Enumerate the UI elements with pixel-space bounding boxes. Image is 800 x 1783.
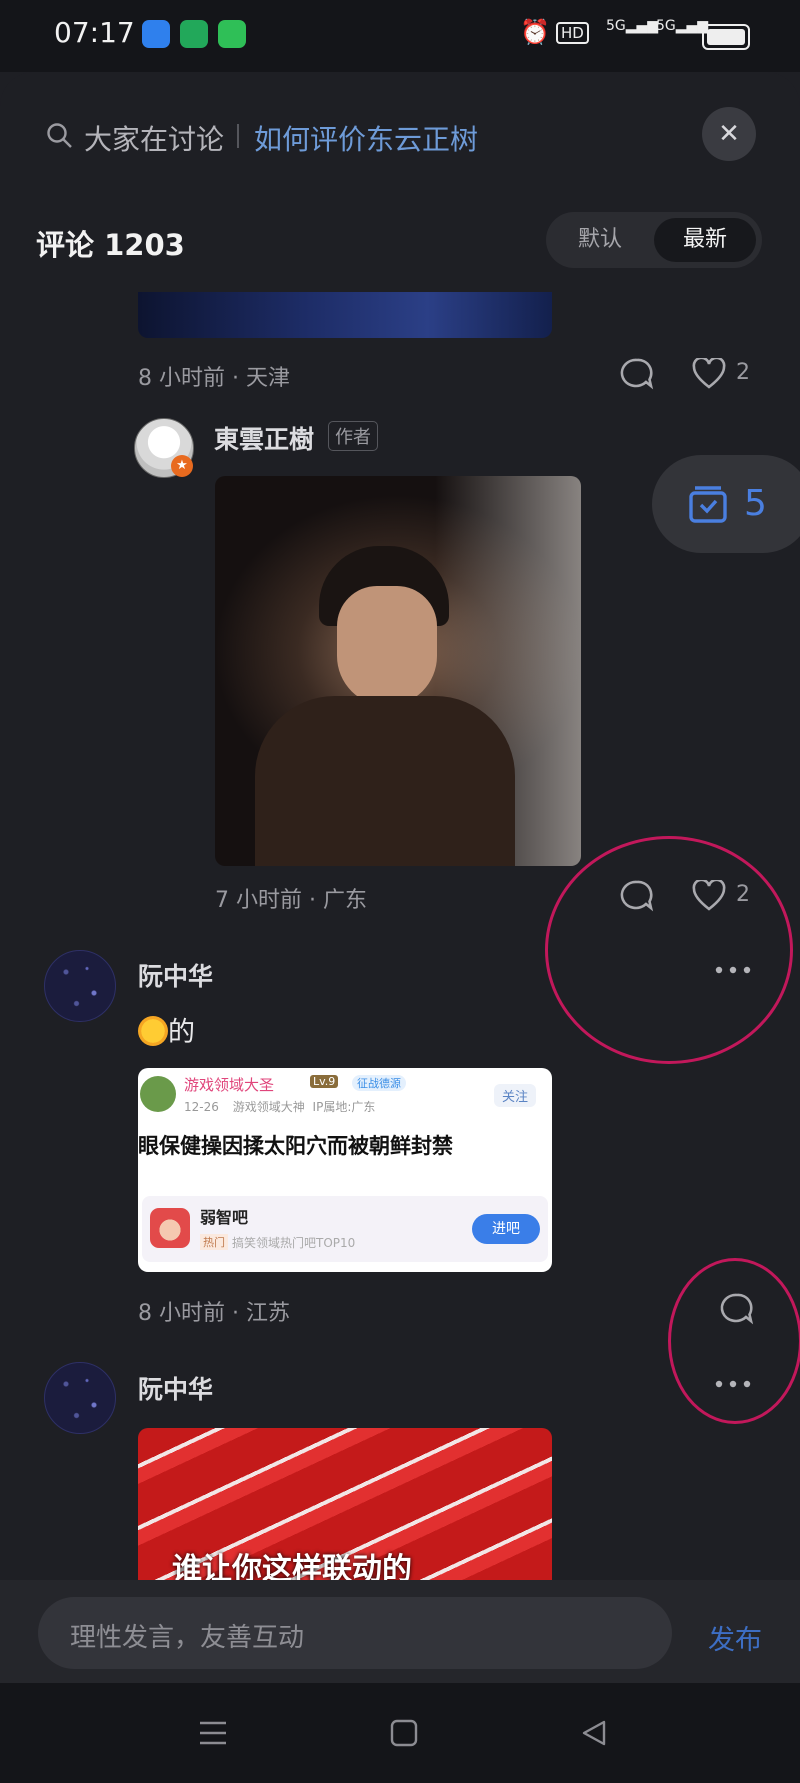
highlight-ring-small <box>668 1258 800 1424</box>
author-avatar[interactable]: ★ <box>134 418 194 478</box>
network-type-2: 5G <box>656 18 676 34</box>
card-ip: IP属地:广东 <box>312 1100 376 1114</box>
comment-text: 的 <box>138 1010 195 1049</box>
hd-voice-icon: HD <box>556 22 589 44</box>
comment-text-body: 的 <box>168 1017 195 1048</box>
publish-button[interactable]: 发布 <box>708 1618 762 1657</box>
card-follow-button: 关注 <box>494 1084 537 1107</box>
system-nav-bar <box>0 1683 800 1783</box>
comment-time: 8 小时前 <box>138 1301 225 1326</box>
card-enter-button: 进吧 <box>472 1214 540 1244</box>
topic-link[interactable]: 如何评价东云正树 <box>254 118 478 158</box>
discussion-label: 大家在讨论 <box>84 123 225 156</box>
battery-icon <box>702 24 750 50</box>
discussion-search[interactable]: 大家在讨论 如何评价东云正树 <box>44 112 664 158</box>
status-bar: 07:17 ⏰ HD 5G▂▄▆ 5G▂▄▆ <box>0 0 800 72</box>
card-username: 游戏领域大圣 <box>184 1076 275 1094</box>
collect-box-icon <box>689 486 727 523</box>
comment-time: 7 小时前 <box>215 888 302 913</box>
comment-region: 江苏 <box>245 1301 290 1326</box>
menu-icon[interactable] <box>198 1719 228 1747</box>
comment-photo-portrait[interactable] <box>215 476 581 866</box>
comment-username[interactable]: 阮中华 <box>138 957 213 993</box>
comments-count-title: 评论 1203 <box>36 228 185 262</box>
author-tag: 作者 <box>328 421 378 451</box>
divider <box>237 124 239 148</box>
comment-meta: 8 小时前 · 天津 <box>138 366 290 391</box>
comment-screenshot-card[interactable]: 游戏领域大圣 Lv.9 征战德源 12-26 游戏领域大神 IP属地:广东 关注… <box>138 1068 552 1272</box>
comment-username[interactable]: 阮中华 <box>138 1370 213 1406</box>
comment-time: 8 小时前 <box>138 366 225 391</box>
favorites-float-button[interactable]: 5 <box>652 455 800 553</box>
search-icon <box>47 123 72 148</box>
image-caption: 谁让你这样联动的 <box>172 1552 412 1580</box>
security-app-icon <box>180 20 208 48</box>
signal-5g-icon-2: 5G▂▄▆ <box>656 18 709 34</box>
comment-input-placeholder: 理性发言，友善互动 <box>70 1623 305 1653</box>
comment-image-kitkat[interactable]: 谁让你这样联动的 <box>138 1428 552 1580</box>
card-bar-name: 弱智吧 <box>200 1208 249 1227</box>
like-count: 2 <box>736 360 750 385</box>
card-bar-tag: 热门 <box>200 1234 228 1250</box>
favorites-count: 5 <box>744 483 767 524</box>
card-headline: 眼保健操因揉太阳穴而被朝鲜封禁 <box>138 1134 453 1158</box>
card-date: 12-26 <box>184 1100 219 1114</box>
close-button[interactable]: ✕ <box>702 107 756 161</box>
card-bar-desc: 搞笑领域热门吧TOP10 <box>232 1236 356 1250</box>
back-icon[interactable] <box>580 1719 608 1747</box>
sort-toggle: 默认 最新 <box>546 212 762 268</box>
card-badge: 征战德源 <box>352 1075 406 1091</box>
card-avatar <box>140 1076 176 1112</box>
card-role: 游戏领域大神 <box>232 1100 305 1114</box>
card-bar-box: 弱智吧 热门 搞笑领域热门吧TOP10 进吧 <box>142 1196 548 1262</box>
card-bar-avatar <box>150 1208 190 1248</box>
user-avatar[interactable] <box>44 1362 116 1434</box>
comment-input[interactable]: 理性发言，友善互动 <box>38 1597 672 1669</box>
user-avatar[interactable] <box>44 950 116 1022</box>
comment-image-partial[interactable] <box>138 292 552 338</box>
photo-coat <box>255 696 515 866</box>
comment-meta: 7 小时前 · 广东 <box>215 888 367 913</box>
comment-username[interactable]: 東雲正樹 <box>214 420 314 456</box>
close-icon: ✕ <box>718 119 740 149</box>
like-icon[interactable] <box>692 358 726 390</box>
weather-app-icon <box>142 20 170 48</box>
comment-region: 天津 <box>245 366 290 391</box>
comment-meta: 8 小时前 · 江苏 <box>138 1301 290 1326</box>
highlight-ring-large <box>545 836 793 1064</box>
home-icon[interactable] <box>390 1719 418 1747</box>
sun-emoji-icon <box>138 1016 168 1046</box>
comment-region: 广东 <box>322 888 367 913</box>
card-subline: 12-26 游戏领域大神 IP属地:广东 <box>184 1098 375 1115</box>
photo-face <box>337 586 437 706</box>
card-level: Lv.9 <box>310 1075 339 1088</box>
sort-latest-tab[interactable]: 最新 <box>654 218 756 262</box>
verified-star-icon: ★ <box>171 455 193 477</box>
sort-default-tab[interactable]: 默认 <box>552 218 648 262</box>
clock: 07:17 <box>54 16 135 49</box>
signal-5g-icon-1: 5G▂▄▆ <box>606 18 659 34</box>
reply-icon[interactable] <box>620 357 654 391</box>
alarm-icon: ⏰ <box>520 18 550 46</box>
phone-app-icon <box>218 20 246 48</box>
network-type-1: 5G <box>606 18 626 34</box>
